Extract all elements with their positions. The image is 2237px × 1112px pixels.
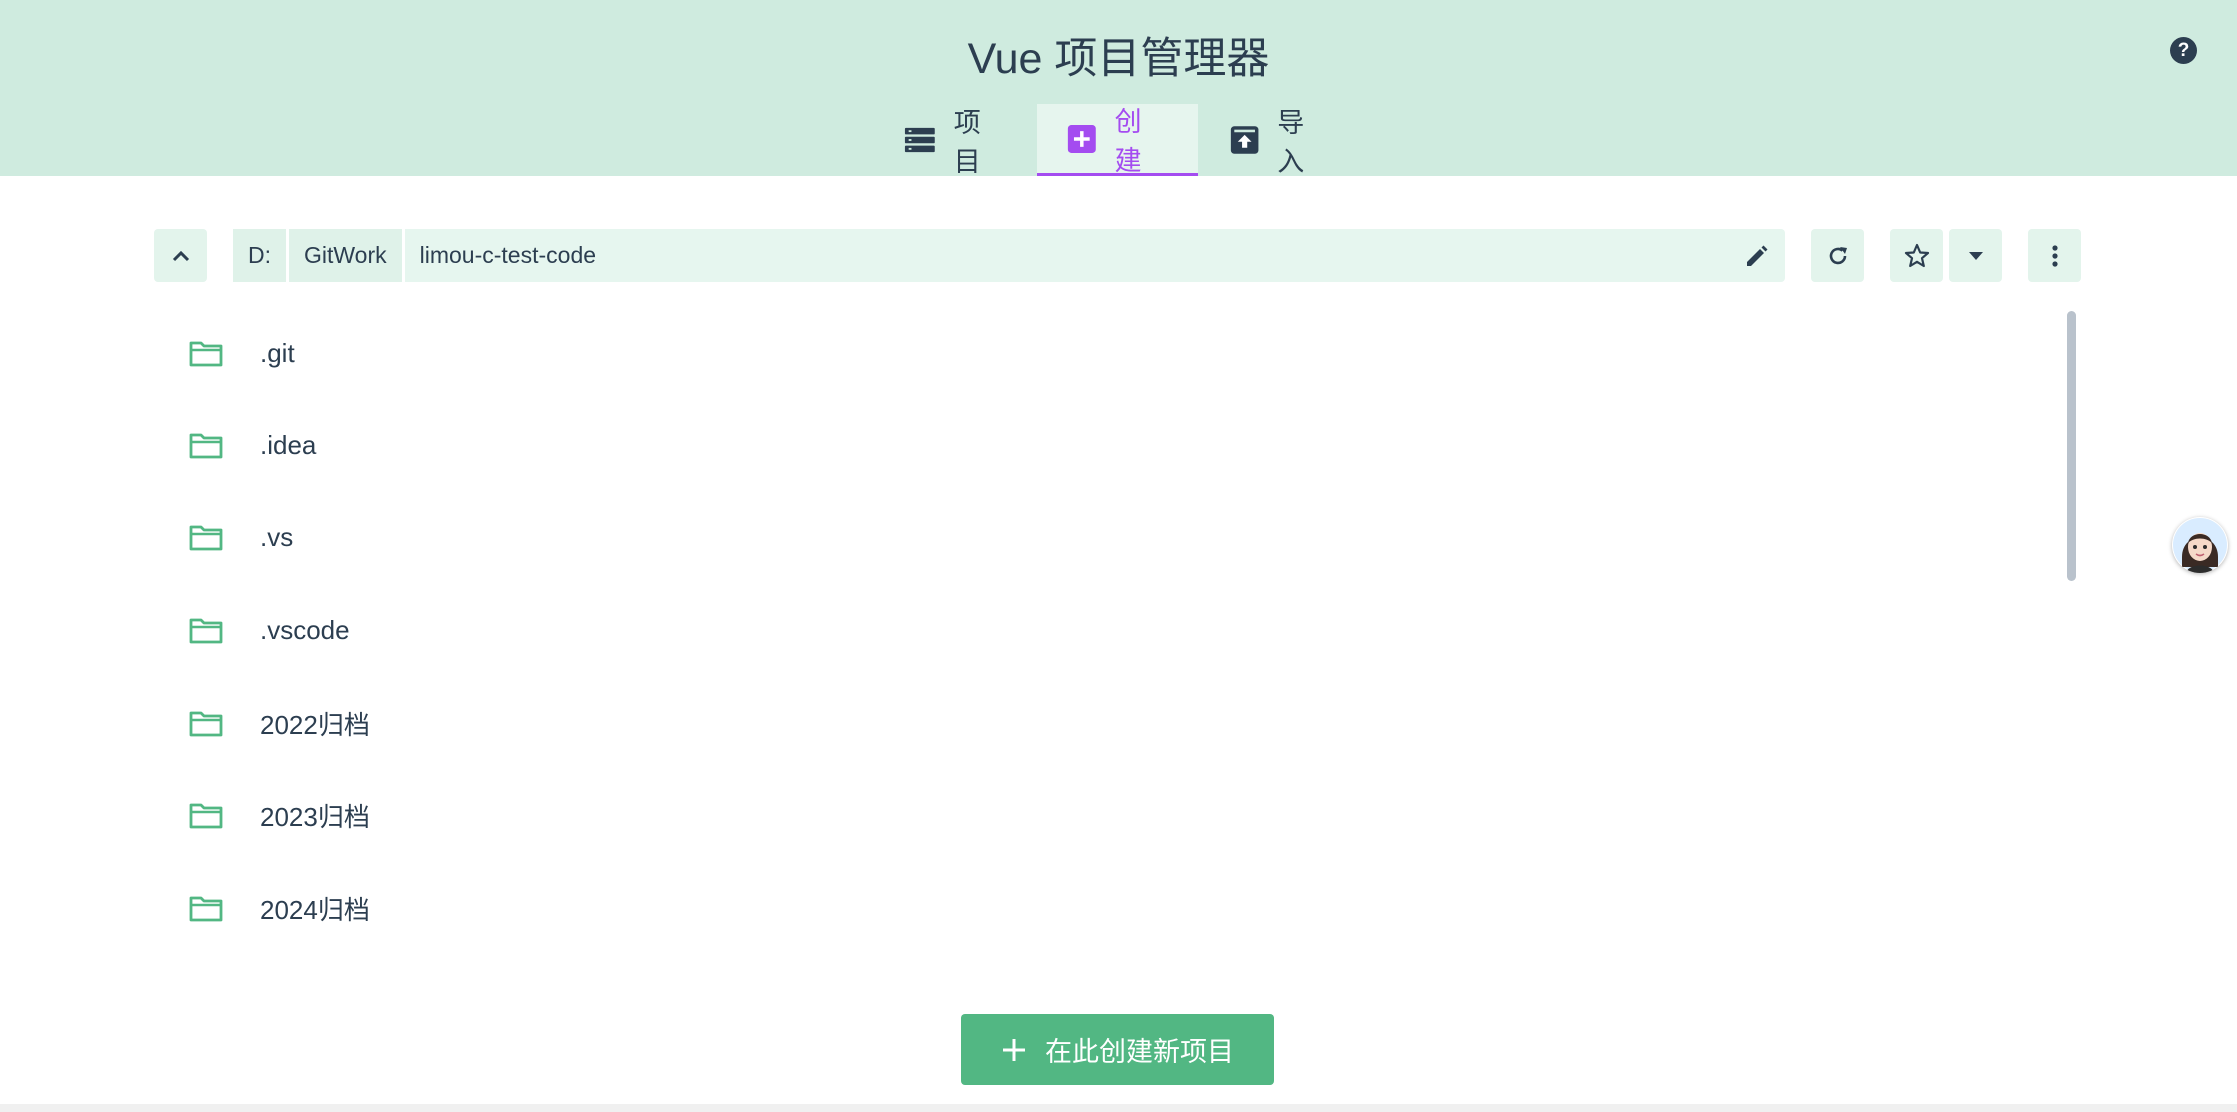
- import-icon: [1230, 126, 1259, 154]
- folder-icon: [189, 618, 223, 644]
- folder-icon: [189, 803, 223, 829]
- caret-down-icon: [1968, 251, 1983, 260]
- folder-name: .git: [260, 337, 295, 368]
- folder-icon: [189, 525, 223, 551]
- path-breadcrumb[interactable]: D: GitWork limou-c-test-code: [233, 229, 1785, 282]
- app-title: Vue 项目管理器: [967, 35, 1270, 83]
- folder-name: 2022归档: [260, 709, 370, 740]
- favorite-button[interactable]: [1890, 229, 1943, 282]
- refresh-icon: [1829, 246, 1847, 264]
- folder-item[interactable]: .git: [155, 307, 2055, 399]
- folder-name: .vscode: [260, 614, 350, 645]
- edit-path-button[interactable]: [1729, 229, 1785, 282]
- breadcrumb-drive[interactable]: D:: [233, 229, 289, 282]
- folder-icon: [189, 711, 223, 737]
- folder-item[interactable]: .vscode: [155, 584, 2055, 676]
- folder-name: .vs: [260, 521, 294, 552]
- tab-create-label: 创建: [1114, 106, 1142, 176]
- more-vertical-icon: [2051, 244, 2058, 267]
- folder-item[interactable]: .vs: [155, 491, 2055, 583]
- bottom-edge: [0, 1104, 2237, 1112]
- tab-import-label: 导入: [1277, 108, 1305, 177]
- pencil-icon: [1747, 245, 1768, 266]
- help-icon[interactable]: ?: [2170, 37, 2197, 64]
- folder-item[interactable]: 2022归档: [155, 677, 2055, 769]
- create-project-here-label: 在此创建新项目: [1045, 1037, 1234, 1067]
- folder-list-scrollbar[interactable]: [2067, 311, 2076, 581]
- tab-create[interactable]: 创建: [1037, 104, 1198, 176]
- folder-name: 2024归档: [260, 894, 370, 925]
- refresh-button[interactable]: [1811, 229, 1864, 282]
- chevron-up-icon: [172, 250, 189, 261]
- favorites-dropdown-button[interactable]: [1949, 229, 2002, 282]
- folder-item[interactable]: 2023归档: [155, 769, 2055, 861]
- breadcrumb-gitwork[interactable]: GitWork: [289, 229, 405, 282]
- more-options-button[interactable]: [2028, 229, 2081, 282]
- assistant-avatar[interactable]: [2172, 517, 2228, 573]
- plus-box-icon: [1067, 124, 1096, 153]
- folder-icon: [189, 341, 223, 367]
- parent-folder-button[interactable]: [154, 229, 207, 282]
- star-outline-icon: [1904, 243, 1929, 267]
- tab-projects[interactable]: 项目: [874, 104, 1034, 177]
- assistant-avatar-icon: [2173, 518, 2227, 573]
- folder-icon: [189, 433, 223, 459]
- app-header: Vue 项目管理器 ? 项目 创建 导入: [0, 0, 2237, 177]
- folder-name: .idea: [260, 429, 317, 460]
- folder-icon: [189, 896, 223, 922]
- tab-import[interactable]: 导入: [1200, 104, 1360, 177]
- breadcrumb-current[interactable]: limou-c-test-code: [405, 229, 1729, 282]
- folder-name: 2023归档: [260, 801, 370, 832]
- folder-item[interactable]: 2024归档: [155, 862, 2055, 954]
- tab-bar: 项目 创建 导入: [0, 104, 2237, 177]
- folder-item[interactable]: .idea: [155, 399, 2055, 491]
- list-icon: [904, 127, 935, 153]
- plus-icon: [1003, 1038, 1025, 1061]
- create-project-here-button[interactable]: 在此创建新项目: [961, 1014, 1274, 1085]
- tab-projects-label: 项目: [953, 108, 981, 177]
